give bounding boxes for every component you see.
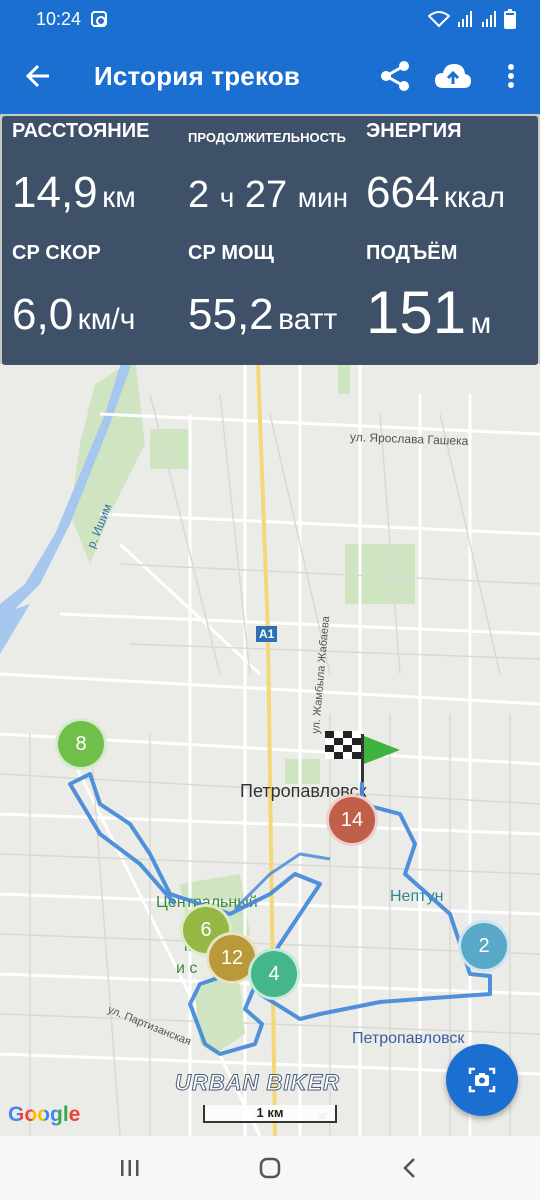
status-bar: 10:24 [0, 0, 540, 38]
stat-duration-label: ПРОДОЛЖИТЕЛЬНОСТЬ [188, 130, 346, 145]
track-marker[interactable]: 8 [55, 718, 107, 770]
stat-distance: РАССТОЯНИЕ [12, 120, 149, 143]
screenshot-button[interactable] [446, 1044, 518, 1116]
more-options-button[interactable] [482, 38, 540, 114]
stat-duration: ПРОДОЛЖИТЕЛЬНОСТЬ [188, 130, 346, 145]
camera-icon [468, 1067, 496, 1093]
stat-energy: ЭНЕРГИЯ [366, 120, 461, 143]
system-nav-bar [0, 1136, 540, 1200]
stat-avg-power: СР МОЩ [188, 242, 274, 265]
recent-apps-icon [121, 1160, 139, 1176]
google-logo: Google [8, 1103, 81, 1126]
battery-icon [504, 9, 516, 29]
finish-flag-icon [325, 731, 400, 782]
stat-avg-speed-value: 6,0 км/ч [12, 290, 136, 339]
instagram-icon [91, 11, 108, 27]
stat-ascent: ПОДЪЁМ [366, 242, 457, 265]
signal-icon-2 [482, 11, 496, 27]
cloud-upload-icon [435, 64, 471, 88]
track-marker[interactable]: 4 [248, 948, 300, 1000]
back-button[interactable] [0, 38, 76, 114]
back-nav-button[interactable] [380, 1138, 440, 1198]
status-icons [428, 9, 516, 29]
stat-avg-power-value: 55,2 ватт [188, 290, 338, 339]
stat-ascent-value: 151 м [366, 279, 492, 346]
page-title: История треков [94, 60, 301, 91]
app-bar: История треков [0, 38, 540, 114]
wifi-icon [428, 11, 450, 28]
home-icon [259, 1157, 281, 1179]
more-vertical-icon [508, 64, 514, 88]
stat-distance-label: РАССТОЯНИЕ [12, 120, 150, 142]
signal-icon [458, 11, 472, 27]
upload-button[interactable] [424, 38, 482, 114]
stat-avg-speed-label: СР СКОР [12, 242, 101, 264]
share-button[interactable] [366, 38, 424, 114]
track-stats-panel: РАССТОЯНИЕ 14,9 км ПРОДОЛЖИТЕЛЬНОСТЬ 2 ч… [2, 116, 538, 365]
stat-energy-label: ЭНЕРГИЯ [366, 120, 462, 142]
track-marker[interactable]: 2 [458, 920, 510, 972]
stat-duration-value: 2 ч 27 мин [188, 174, 349, 216]
arrow-back-icon [25, 64, 49, 88]
stat-avg-speed: СР СКОР [12, 242, 101, 265]
home-button[interactable] [240, 1138, 300, 1198]
stat-energy-value: 664 ккал [366, 168, 505, 217]
urban-biker-logo: URBAN BIKER [175, 1070, 340, 1096]
stat-avg-power-label: СР МОЩ [188, 242, 274, 264]
status-time: 10:24 [36, 8, 82, 29]
chevron-left-icon [403, 1158, 415, 1178]
stat-ascent-label: ПОДЪЁМ [366, 242, 458, 264]
track-marker[interactable]: 14 [326, 794, 378, 846]
share-icon [381, 61, 409, 91]
map-scale-bar: 1 км [203, 1105, 337, 1123]
stat-distance-value: 14,9 км [12, 168, 136, 217]
recent-apps-button[interactable] [100, 1138, 160, 1198]
